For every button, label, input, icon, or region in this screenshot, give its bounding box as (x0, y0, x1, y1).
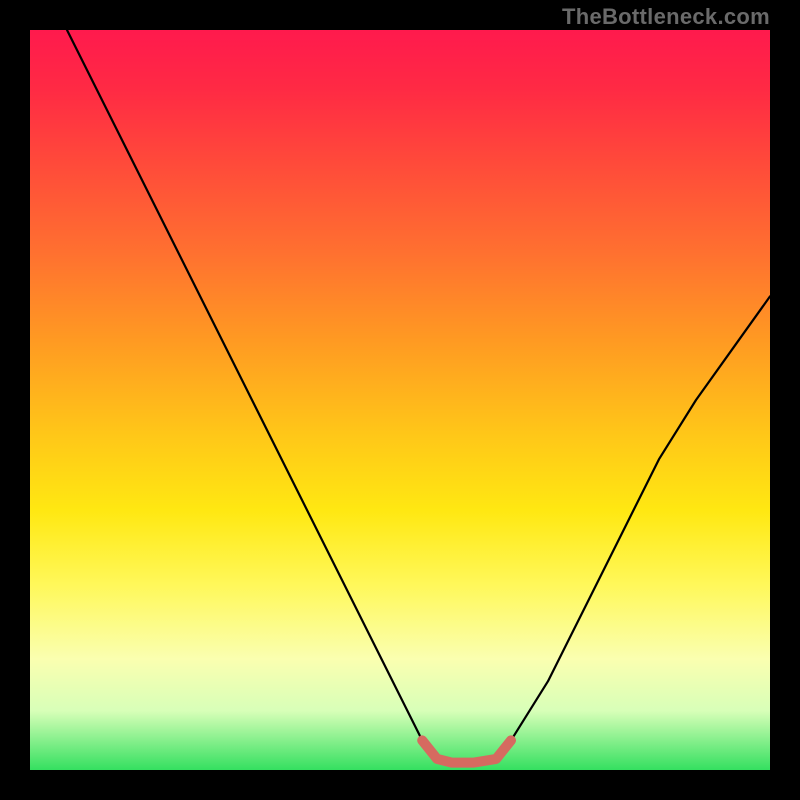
sweet-spot-marker (422, 740, 511, 762)
chart-frame: TheBottleneck.com (0, 0, 800, 800)
curve-svg (30, 30, 770, 770)
watermark-text: TheBottleneck.com (562, 4, 770, 30)
plot-area (30, 30, 770, 770)
bottleneck-curve (67, 30, 770, 763)
